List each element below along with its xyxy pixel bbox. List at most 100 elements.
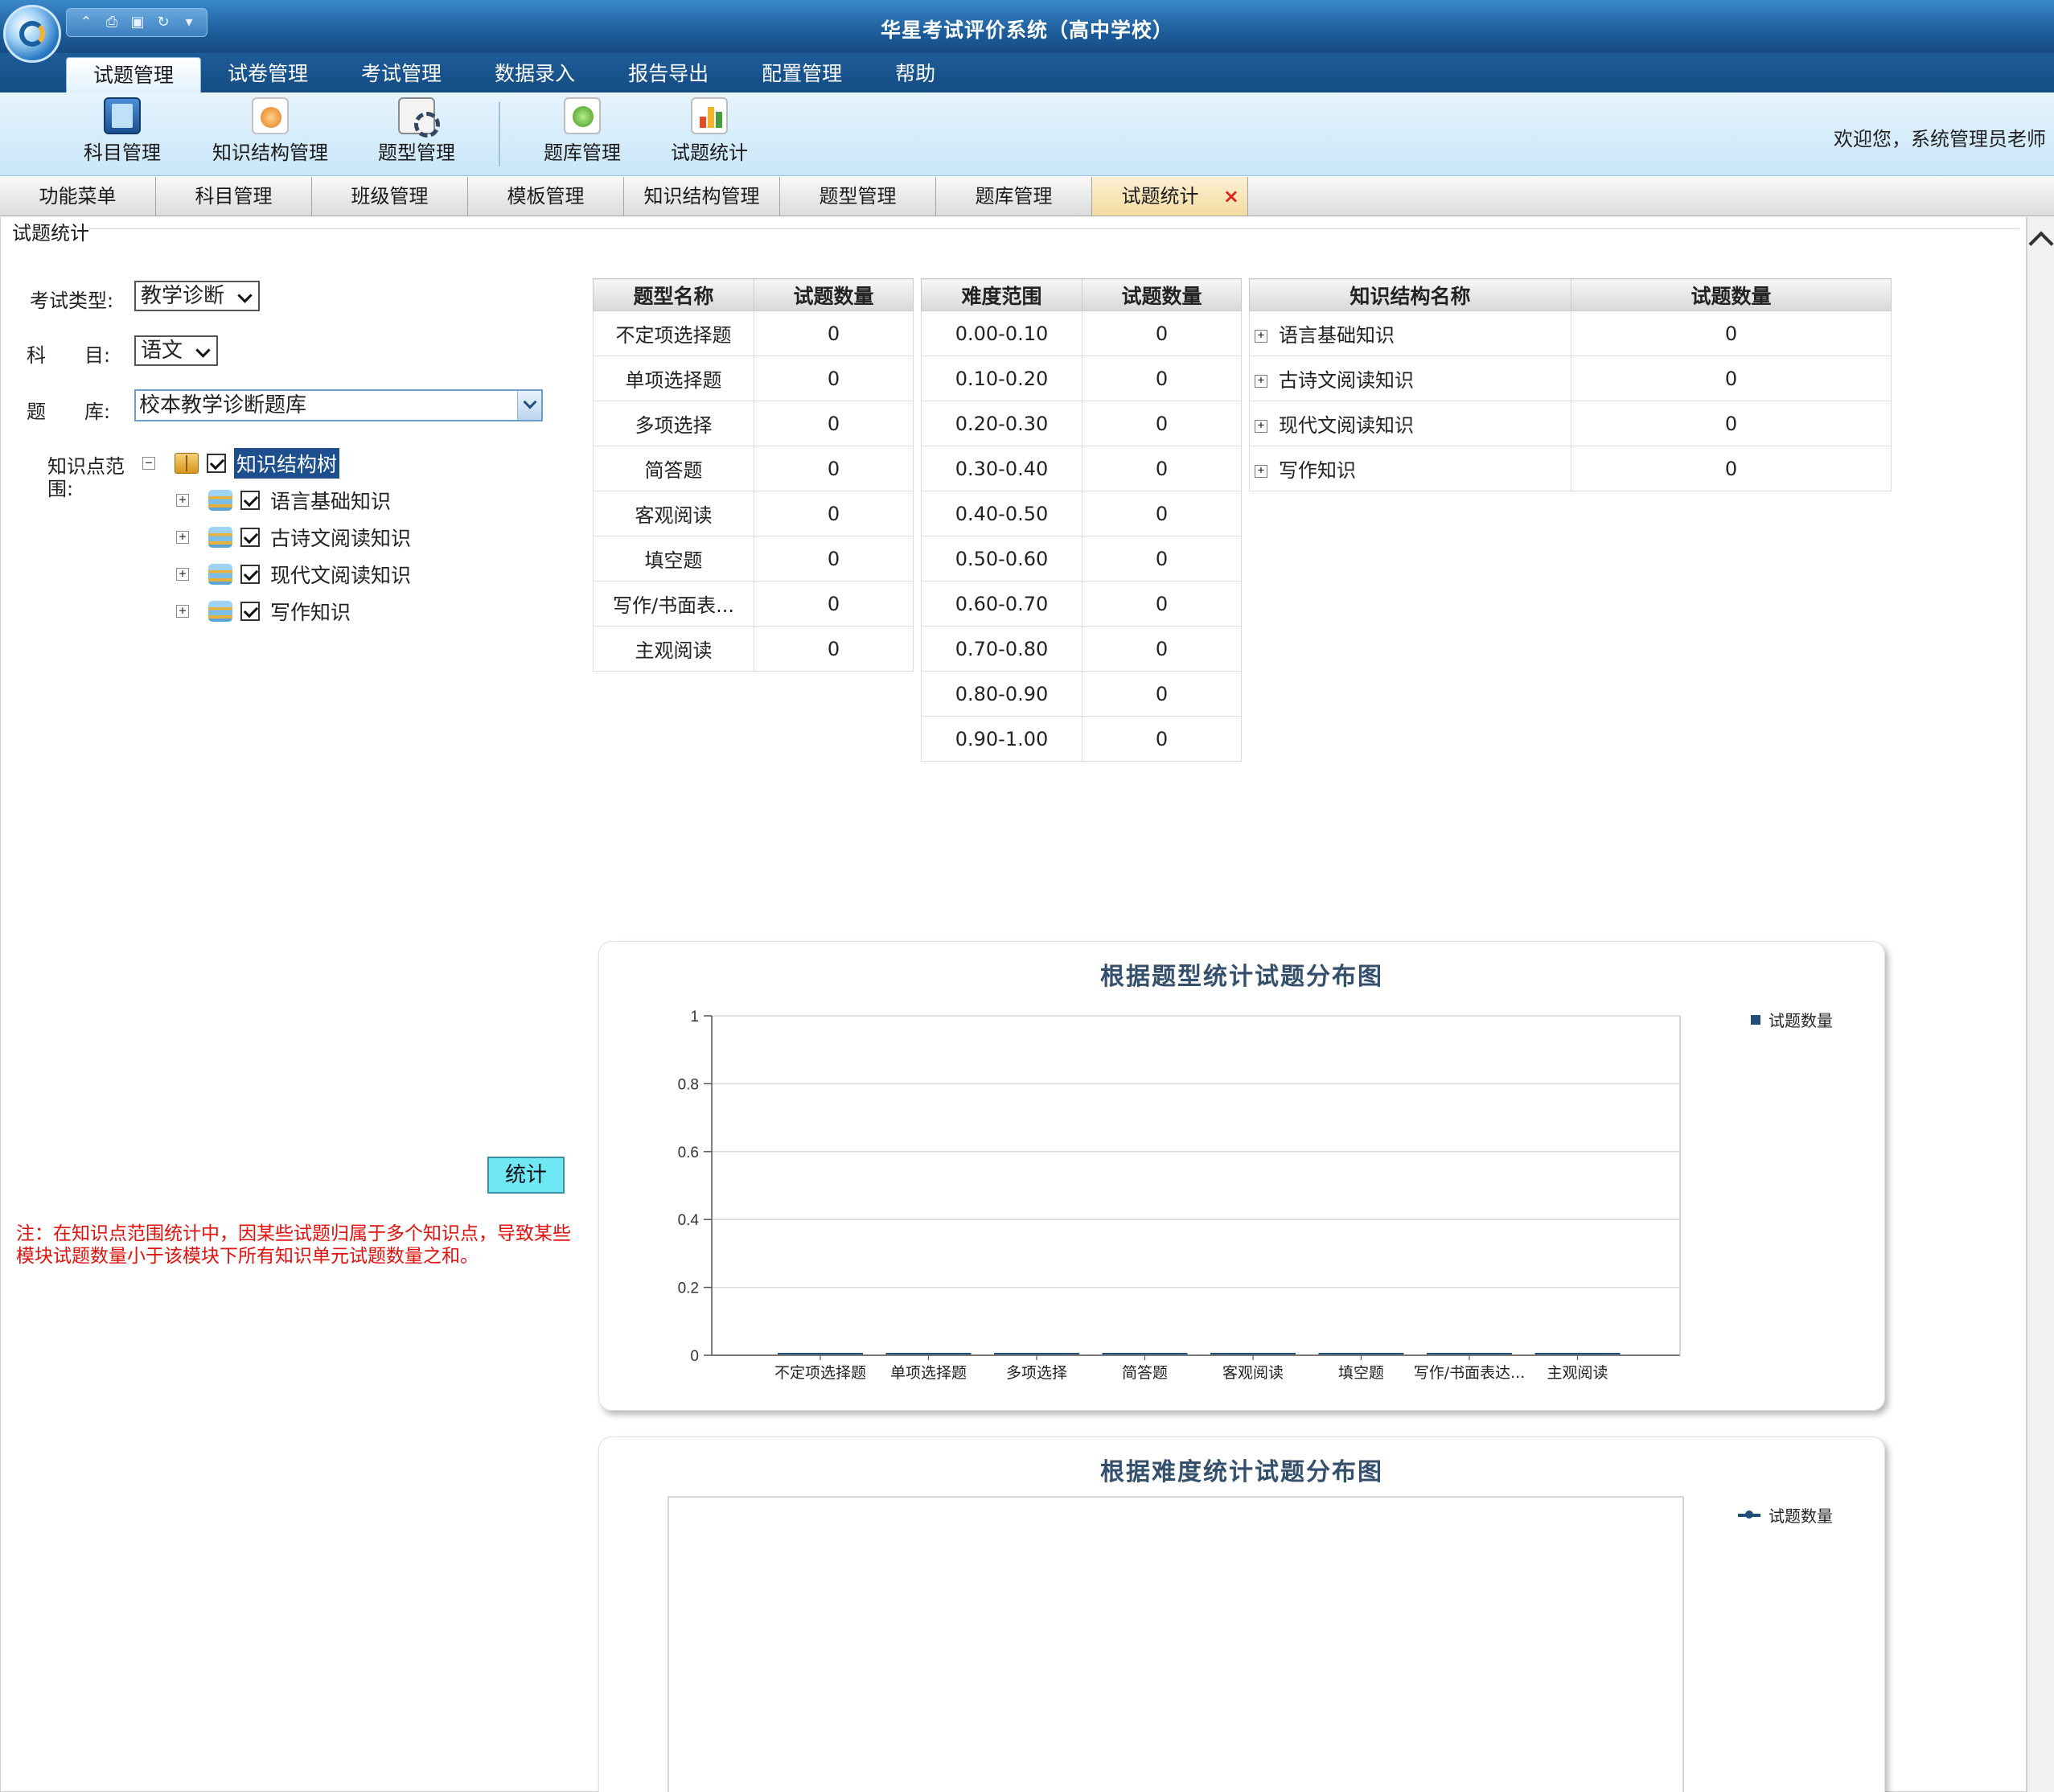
expand-icon[interactable]: + bbox=[1255, 375, 1267, 388]
tree-node[interactable]: + 写作知识 bbox=[176, 595, 353, 627]
count-cell: 0 bbox=[754, 446, 914, 491]
menu-tab-report-export[interactable]: 报告导出 bbox=[602, 55, 735, 92]
tab-class-management[interactable]: 班级管理 bbox=[312, 177, 468, 216]
x-tick-label: 客观阅读 bbox=[1222, 1364, 1284, 1382]
table-row[interactable]: 0.00-0.10 0 bbox=[921, 310, 1242, 356]
chevron-down-icon[interactable] bbox=[517, 391, 541, 420]
count-cell: 0 bbox=[1082, 401, 1242, 446]
expand-icon[interactable]: + bbox=[176, 494, 189, 507]
menu-tab-exam-management[interactable]: 考试管理 bbox=[335, 55, 468, 92]
app-menu-orb-icon[interactable] bbox=[3, 5, 61, 63]
table-row[interactable]: 0.30-0.40 0 bbox=[921, 446, 1242, 491]
tab-function-menu[interactable]: 功能菜单 bbox=[0, 177, 156, 216]
table-row[interactable]: 简答题 0 bbox=[593, 446, 914, 491]
table-row[interactable]: + 现代文阅读知识 0 bbox=[1249, 401, 1892, 446]
y-tick-label: 0 bbox=[690, 1348, 699, 1365]
statistics-button[interactable]: 统计 bbox=[487, 1157, 565, 1194]
expand-icon[interactable]: + bbox=[1255, 420, 1267, 433]
tab-knowledge-structure[interactable]: 知识结构管理 bbox=[624, 177, 780, 216]
menu-tab-data-entry[interactable]: 数据录入 bbox=[468, 55, 602, 92]
difficulty-table: 难度范围 试题数量 0.00-0.10 0 0.10-0.20 0 0.20-0.3… bbox=[921, 278, 1242, 762]
question-bank-value: 校本教学诊断题库 bbox=[139, 393, 307, 417]
question-bank-select[interactable]: 校本教学诊断题库 bbox=[134, 389, 543, 421]
tree-node-checkbox[interactable] bbox=[240, 528, 260, 547]
ribbon-subject-management-button[interactable]: 科目管理 bbox=[84, 97, 161, 166]
subject-label: 科 目: bbox=[27, 344, 111, 367]
table-row[interactable]: + 古诗文阅读知识 0 bbox=[1249, 356, 1892, 401]
menu-tab-paper-management[interactable]: 试卷管理 bbox=[201, 55, 335, 92]
column-header[interactable]: 难度范围 bbox=[921, 278, 1082, 311]
tree-root-checkbox[interactable] bbox=[207, 454, 226, 473]
expand-icon[interactable]: + bbox=[1255, 465, 1267, 478]
table-row[interactable]: 单项选择题 0 bbox=[593, 356, 914, 401]
range-cell: 0.70-0.80 bbox=[921, 626, 1082, 672]
table-row[interactable]: + 语言基础知识 0 bbox=[1249, 310, 1892, 356]
exam-type-select[interactable]: 教学诊断 bbox=[134, 281, 260, 311]
table-row[interactable]: 填空题 0 bbox=[593, 536, 914, 582]
range-cell: 0.40-0.50 bbox=[921, 491, 1082, 536]
range-cell: 0.60-0.70 bbox=[921, 581, 1082, 627]
tree-root-label[interactable]: 知识结构树 bbox=[234, 448, 340, 479]
table-row[interactable]: 主观阅读 0 bbox=[593, 626, 914, 672]
count-cell: 0 bbox=[754, 356, 914, 401]
table-row[interactable]: 0.60-0.70 0 bbox=[921, 581, 1242, 627]
expand-icon[interactable]: + bbox=[176, 531, 189, 544]
expand-icon[interactable]: + bbox=[176, 568, 189, 581]
column-header[interactable]: 题型名称 bbox=[593, 278, 754, 311]
y-tick-label: 1 bbox=[690, 1009, 699, 1025]
tree-node[interactable]: + 语言基础知识 bbox=[176, 484, 393, 516]
tab-question-stats[interactable]: 试题统计 × bbox=[1092, 177, 1248, 216]
type-name-cell: 客观阅读 bbox=[593, 491, 754, 536]
ribbon-question-stats-button[interactable]: 试题统计 bbox=[671, 97, 748, 166]
tree-root-node[interactable]: − 知识结构树 bbox=[142, 447, 340, 479]
column-header[interactable]: 知识结构名称 bbox=[1249, 278, 1571, 311]
collapse-icon[interactable]: − bbox=[142, 457, 155, 470]
tree-node-label[interactable]: 古诗文阅读知识 bbox=[268, 522, 413, 553]
table-row[interactable]: 不定项选择题 0 bbox=[593, 310, 914, 356]
table-row[interactable]: 0.70-0.80 0 bbox=[921, 626, 1242, 672]
table-row[interactable]: 0.20-0.30 0 bbox=[921, 401, 1242, 446]
ribbon-question-bank-button[interactable]: 题库管理 bbox=[544, 97, 621, 166]
ribbon-question-type-button[interactable]: 题型管理 bbox=[378, 97, 455, 166]
menu-tab-config[interactable]: 配置管理 bbox=[735, 55, 869, 92]
tree-node[interactable]: + 古诗文阅读知识 bbox=[176, 521, 413, 553]
tree-node-checkbox[interactable] bbox=[240, 491, 260, 510]
tab-template-management[interactable]: 模板管理 bbox=[468, 177, 624, 216]
expand-icon[interactable]: + bbox=[1255, 330, 1267, 343]
difficulty-chart-plot bbox=[668, 1496, 1684, 1792]
close-icon[interactable]: × bbox=[1223, 177, 1239, 216]
tree-node-checkbox[interactable] bbox=[240, 565, 260, 584]
table-row[interactable]: 0.50-0.60 0 bbox=[921, 536, 1242, 582]
tree-node-label[interactable]: 写作知识 bbox=[268, 596, 353, 627]
table-row[interactable]: 客观阅读 0 bbox=[593, 491, 914, 536]
ribbon-knowledge-structure-button[interactable]: 知识结构管理 bbox=[212, 97, 328, 166]
expand-icon[interactable]: + bbox=[176, 605, 189, 618]
menu-tab-help[interactable]: 帮助 bbox=[869, 55, 962, 92]
table-row[interactable]: 0.90-1.00 0 bbox=[921, 716, 1242, 762]
table-row[interactable]: 0.40-0.50 0 bbox=[921, 491, 1242, 536]
menu-tab-question-management[interactable]: 试题管理 bbox=[66, 57, 202, 94]
chevron-up-icon[interactable] bbox=[2028, 231, 2054, 257]
column-header[interactable]: 试题数量 bbox=[1571, 278, 1892, 311]
table-row[interactable]: 0.80-0.90 0 bbox=[921, 671, 1242, 717]
tree-node[interactable]: + 现代文阅读知识 bbox=[176, 558, 413, 590]
table-row[interactable]: 写作/书面表... 0 bbox=[593, 581, 914, 627]
vertical-scrollbar[interactable] bbox=[2027, 217, 2054, 1792]
chevron-down-icon bbox=[237, 288, 253, 303]
tree-node-label[interactable]: 现代文阅读知识 bbox=[268, 559, 413, 590]
tab-question-bank[interactable]: 题库管理 bbox=[936, 177, 1092, 216]
type-name-cell: 写作/书面表... bbox=[593, 581, 754, 627]
tab-question-type[interactable]: 题型管理 bbox=[780, 177, 936, 216]
tree-node-label[interactable]: 语言基础知识 bbox=[268, 485, 393, 516]
column-header[interactable]: 试题数量 bbox=[1082, 278, 1242, 311]
x-tick-label: 简答题 bbox=[1122, 1364, 1168, 1382]
table-row[interactable]: 多项选择 0 bbox=[593, 401, 914, 446]
count-cell: 0 bbox=[1571, 401, 1892, 446]
tab-subject-management[interactable]: 科目管理 bbox=[156, 177, 312, 216]
table-row[interactable]: + 写作知识 0 bbox=[1249, 446, 1892, 491]
type-name-cell: 多项选择 bbox=[593, 401, 754, 446]
column-header[interactable]: 试题数量 bbox=[754, 278, 914, 311]
tree-node-checkbox[interactable] bbox=[240, 602, 260, 621]
subject-select[interactable]: 语文 bbox=[134, 335, 218, 366]
table-row[interactable]: 0.10-0.20 0 bbox=[921, 356, 1242, 401]
